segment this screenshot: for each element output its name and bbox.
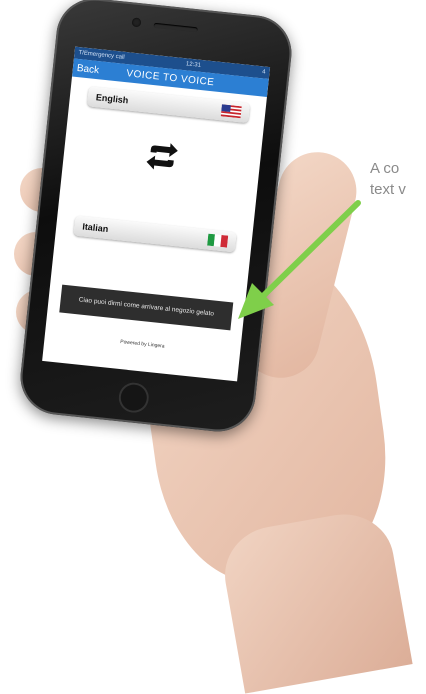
hand-wrist — [217, 506, 413, 694]
annotation-arrow-icon — [238, 200, 361, 319]
target-language-button[interactable]: Italian — [73, 215, 237, 253]
swap-arrows-icon[interactable] — [144, 141, 181, 172]
annotation-line: A co — [370, 160, 400, 177]
italy-flag-icon — [207, 233, 229, 248]
home-button[interactable] — [117, 381, 151, 415]
us-flag-icon — [220, 104, 242, 119]
powered-by-label: Powered by Lingera — [119, 338, 165, 350]
target-language-label: Italian — [81, 221, 109, 235]
annotation-line: text v — [370, 181, 406, 198]
annotation-text: A co text v — [370, 158, 426, 200]
translation-output: Ciao puoi dirmi come arrivare al negozio… — [59, 284, 234, 331]
battery-level: 4 — [261, 69, 266, 76]
front-camera — [131, 17, 142, 28]
status-time: 12:31 — [185, 61, 202, 69]
back-button[interactable]: Back — [76, 62, 99, 75]
source-language-label: English — [95, 92, 129, 106]
earpiece-speaker — [153, 22, 198, 33]
